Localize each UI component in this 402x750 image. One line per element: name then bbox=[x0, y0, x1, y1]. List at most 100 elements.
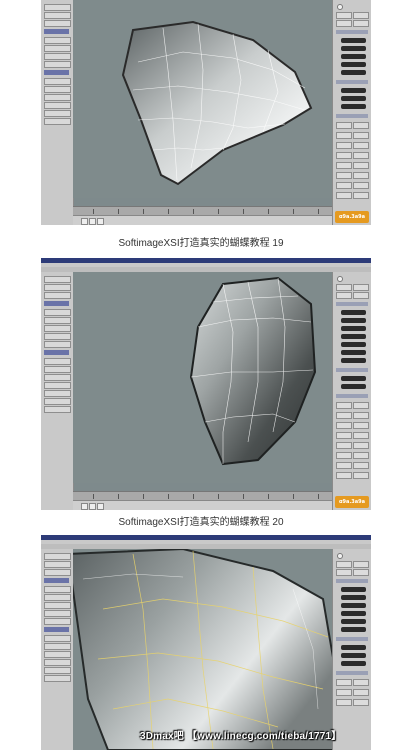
panel-button[interactable] bbox=[336, 569, 352, 576]
tool-button[interactable] bbox=[44, 561, 71, 568]
panel-button[interactable] bbox=[353, 20, 369, 27]
value-field[interactable] bbox=[341, 342, 366, 347]
panel-button[interactable] bbox=[353, 472, 369, 479]
tool-button[interactable] bbox=[44, 659, 71, 666]
value-field[interactable] bbox=[341, 653, 366, 658]
panel-button[interactable] bbox=[336, 20, 352, 27]
sphere-icon[interactable] bbox=[337, 276, 343, 282]
value-field[interactable] bbox=[341, 358, 366, 363]
tool-button[interactable] bbox=[44, 602, 71, 609]
tool-button[interactable] bbox=[44, 53, 71, 60]
value-field[interactable] bbox=[341, 627, 366, 632]
panel-button[interactable] bbox=[353, 422, 369, 429]
panel-button[interactable] bbox=[353, 402, 369, 409]
value-field[interactable] bbox=[341, 611, 366, 616]
tool-button[interactable] bbox=[44, 553, 71, 560]
panel-button[interactable] bbox=[336, 284, 352, 291]
tool-button[interactable] bbox=[44, 4, 71, 11]
panel-button[interactable] bbox=[336, 142, 352, 149]
panel-button[interactable] bbox=[336, 679, 352, 686]
next-frame-icon[interactable] bbox=[97, 218, 104, 225]
panel-button[interactable] bbox=[336, 452, 352, 459]
3d-viewport[interactable] bbox=[73, 0, 333, 198]
panel-button[interactable] bbox=[353, 462, 369, 469]
panel-button[interactable] bbox=[353, 284, 369, 291]
value-field[interactable] bbox=[341, 88, 366, 93]
panel-button[interactable] bbox=[336, 442, 352, 449]
value-field[interactable] bbox=[341, 587, 366, 592]
panel-button[interactable] bbox=[353, 442, 369, 449]
tool-button[interactable] bbox=[44, 317, 71, 324]
sphere-icon[interactable] bbox=[337, 553, 343, 559]
tool-button[interactable] bbox=[44, 569, 71, 576]
panel-button[interactable] bbox=[353, 699, 369, 706]
tool-button[interactable] bbox=[44, 20, 71, 27]
panel-button[interactable] bbox=[353, 162, 369, 169]
panel-button[interactable] bbox=[353, 412, 369, 419]
tool-button[interactable] bbox=[44, 390, 71, 397]
panel-button[interactable] bbox=[353, 122, 369, 129]
panel-button[interactable] bbox=[336, 162, 352, 169]
tool-button[interactable] bbox=[44, 276, 71, 283]
panel-button[interactable] bbox=[336, 152, 352, 159]
tool-button[interactable] bbox=[44, 594, 71, 601]
value-field[interactable] bbox=[341, 62, 366, 67]
tool-button[interactable] bbox=[44, 37, 71, 44]
tool-button[interactable] bbox=[44, 341, 71, 348]
tool-button[interactable] bbox=[44, 586, 71, 593]
value-field[interactable] bbox=[341, 603, 366, 608]
tool-button[interactable] bbox=[44, 94, 71, 101]
value-field[interactable] bbox=[341, 38, 366, 43]
value-field[interactable] bbox=[341, 96, 366, 101]
sphere-icon[interactable] bbox=[337, 4, 343, 10]
panel-button[interactable] bbox=[353, 432, 369, 439]
tool-button[interactable] bbox=[44, 667, 71, 674]
tool-button[interactable] bbox=[44, 618, 71, 625]
value-field[interactable] bbox=[341, 326, 366, 331]
value-field[interactable] bbox=[341, 350, 366, 355]
tool-button[interactable] bbox=[44, 325, 71, 332]
tool-button[interactable] bbox=[44, 78, 71, 85]
value-field[interactable] bbox=[341, 334, 366, 339]
panel-button[interactable] bbox=[336, 462, 352, 469]
panel-button[interactable] bbox=[336, 12, 352, 19]
tool-button[interactable] bbox=[44, 61, 71, 68]
tool-button[interactable] bbox=[44, 675, 71, 682]
panel-button[interactable] bbox=[336, 122, 352, 129]
panel-button[interactable] bbox=[336, 172, 352, 179]
value-field[interactable] bbox=[341, 619, 366, 624]
value-field[interactable] bbox=[341, 70, 366, 75]
tool-button[interactable] bbox=[44, 102, 71, 109]
tool-button[interactable] bbox=[44, 284, 71, 291]
3d-viewport[interactable] bbox=[73, 272, 333, 483]
panel-button[interactable] bbox=[336, 472, 352, 479]
panel-button[interactable] bbox=[336, 292, 352, 299]
panel-button[interactable] bbox=[336, 192, 352, 199]
value-field[interactable] bbox=[341, 318, 366, 323]
panel-button[interactable] bbox=[353, 292, 369, 299]
panel-button[interactable] bbox=[353, 452, 369, 459]
panel-button[interactable] bbox=[336, 402, 352, 409]
3d-viewport[interactable] bbox=[73, 549, 333, 750]
value-field[interactable] bbox=[341, 661, 366, 666]
tool-button[interactable] bbox=[44, 118, 71, 125]
stop-icon[interactable] bbox=[89, 503, 96, 510]
value-field[interactable] bbox=[341, 645, 366, 650]
panel-button[interactable] bbox=[336, 699, 352, 706]
panel-button[interactable] bbox=[336, 412, 352, 419]
panel-button[interactable] bbox=[353, 569, 369, 576]
tool-button[interactable] bbox=[44, 292, 71, 299]
panel-button[interactable] bbox=[336, 422, 352, 429]
tool-button[interactable] bbox=[44, 333, 71, 340]
value-field[interactable] bbox=[341, 595, 366, 600]
tool-button[interactable] bbox=[44, 610, 71, 617]
panel-button[interactable] bbox=[353, 152, 369, 159]
panel-button[interactable] bbox=[336, 561, 352, 568]
panel-button[interactable] bbox=[353, 12, 369, 19]
panel-button[interactable] bbox=[353, 182, 369, 189]
tool-button[interactable] bbox=[44, 374, 71, 381]
tool-button[interactable] bbox=[44, 382, 71, 389]
tool-button[interactable] bbox=[44, 45, 71, 52]
value-field[interactable] bbox=[341, 384, 366, 389]
tool-button[interactable] bbox=[44, 86, 71, 93]
